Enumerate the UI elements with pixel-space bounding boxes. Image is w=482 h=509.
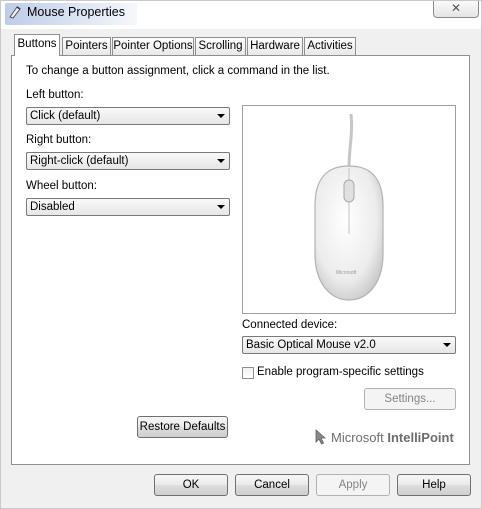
wheel-button-select[interactable]: Disabled: [26, 198, 230, 216]
instruction-text: To change a button assignment, click a c…: [26, 65, 330, 77]
help-button[interactable]: Help: [397, 474, 471, 496]
title-bar[interactable]: Mouse Properties ✕: [1, 1, 481, 29]
connected-device-value: Basic Optical Mouse v2.0: [246, 339, 376, 351]
tab-label: Activities: [307, 40, 353, 52]
mouse-app-icon: [9, 6, 21, 19]
mouse-wheel: [343, 179, 355, 203]
ok-button[interactable]: OK: [154, 474, 228, 496]
chevron-down-icon: [217, 114, 225, 118]
left-button-select[interactable]: Click (default): [26, 107, 230, 125]
settings-button-label: Settings...: [384, 393, 436, 405]
close-icon: ✕: [450, 1, 462, 15]
program-specific-label[interactable]: Enable program-specific settings: [257, 366, 424, 378]
chevron-down-icon: [443, 343, 451, 347]
restore-defaults-label: Restore Defaults: [139, 421, 226, 433]
tab-activities[interactable]: Activities: [304, 37, 356, 55]
mouse-properties-window: Mouse Properties ✕ Buttons Pointers Poin…: [0, 0, 482, 509]
chevron-down-icon: [217, 205, 225, 209]
left-button-label: Left button:: [26, 89, 84, 101]
close-button[interactable]: ✕: [433, 1, 479, 18]
brand-prefix: Microsoft: [331, 430, 388, 445]
tab-label: Pointers: [65, 40, 108, 52]
apply-label: Apply: [338, 479, 368, 491]
tab-label: Scrolling: [198, 40, 243, 52]
mouse-cable: [347, 113, 354, 169]
right-button-select[interactable]: Right-click (default): [26, 152, 230, 170]
apply-button[interactable]: Apply: [316, 474, 390, 496]
mouse-image: Microsoft: [314, 113, 384, 301]
mouse-cursor-icon: [315, 429, 327, 445]
program-specific-checkbox[interactable]: [242, 367, 254, 379]
buttons-tab-panel: To change a button assignment, click a c…: [11, 55, 470, 465]
help-label: Help: [422, 479, 446, 491]
mouse-logo: Microsoft: [336, 270, 357, 276]
tab-hardware[interactable]: Hardware: [247, 37, 303, 55]
tab-pointers[interactable]: Pointers: [62, 37, 111, 55]
tab-pointer-options[interactable]: Pointer Options: [112, 37, 194, 55]
cancel-button[interactable]: Cancel: [235, 474, 309, 496]
tab-scrolling[interactable]: Scrolling: [195, 37, 246, 55]
left-button-value: Click (default): [30, 110, 101, 122]
brand-product: IntelliPoint: [387, 430, 454, 445]
right-button-label: Right button:: [26, 134, 92, 146]
cancel-label: Cancel: [254, 479, 290, 491]
tab-label: Pointer Options: [113, 40, 193, 52]
settings-button[interactable]: Settings...: [364, 388, 456, 410]
tab-label: Buttons: [17, 38, 57, 50]
restore-defaults-button[interactable]: Restore Defaults: [137, 416, 228, 438]
right-button-value: Right-click (default): [30, 155, 129, 167]
chevron-down-icon: [217, 159, 225, 163]
ok-label: OK: [182, 479, 200, 491]
connected-device-label: Connected device:: [242, 319, 338, 331]
intellipoint-brand: Microsoft IntelliPoint: [331, 430, 454, 445]
wheel-button-value: Disabled: [30, 201, 75, 213]
tab-label: Hardware: [250, 40, 300, 52]
mouse-preview: Microsoft: [242, 105, 456, 314]
connected-device-select[interactable]: Basic Optical Mouse v2.0: [242, 336, 456, 354]
window-title: Mouse Properties: [27, 5, 125, 19]
wheel-button-label: Wheel button:: [26, 180, 97, 192]
tab-buttons[interactable]: Buttons: [14, 34, 60, 56]
